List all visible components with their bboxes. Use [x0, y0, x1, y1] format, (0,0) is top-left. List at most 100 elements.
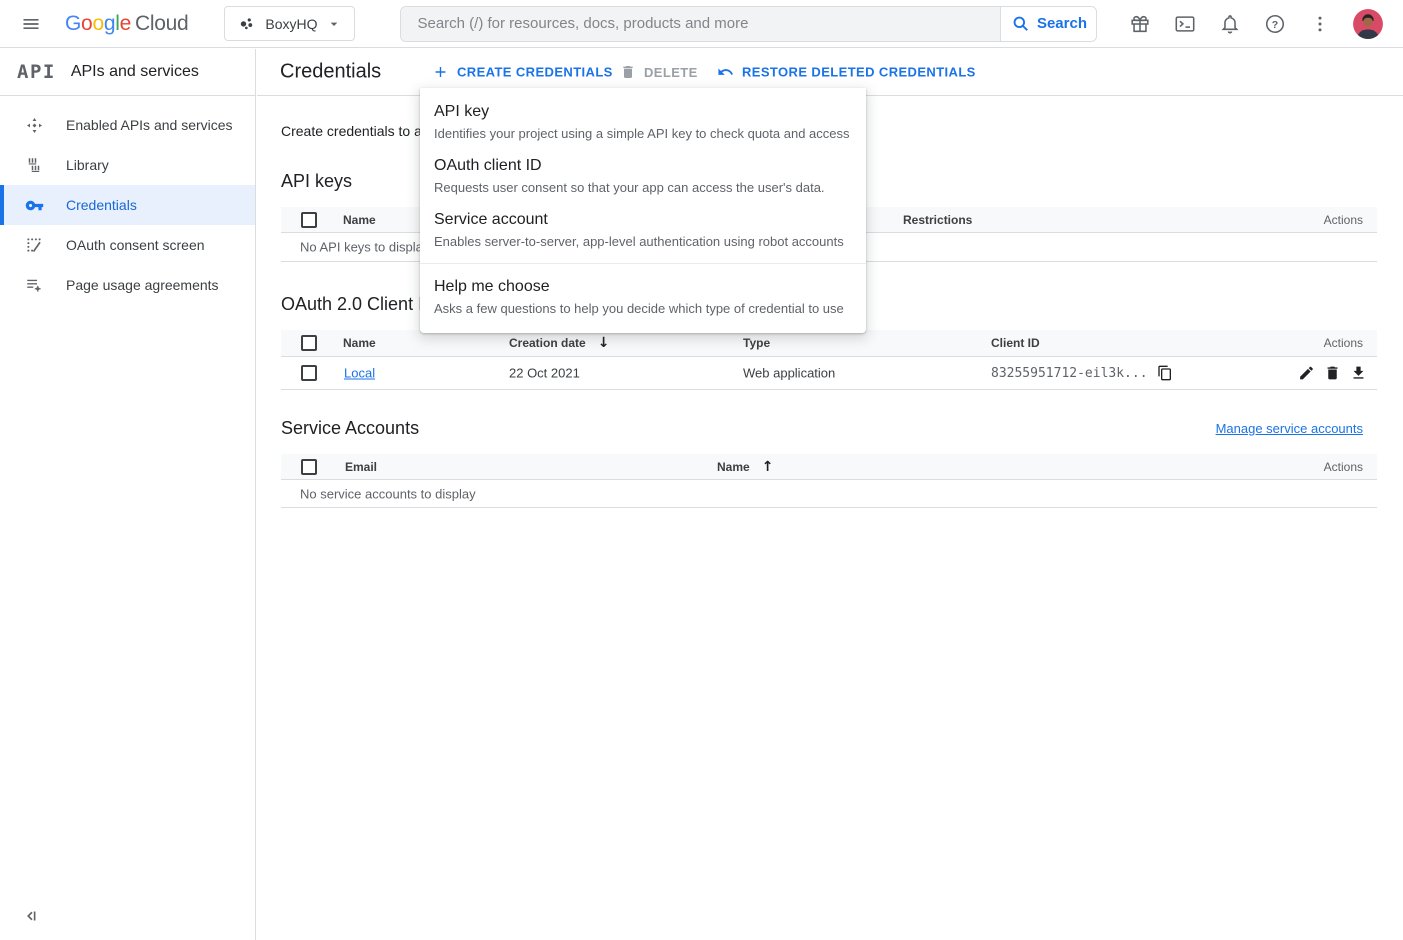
restore-deleted-credentials-button[interactable]: RESTORE DELETED CREDENTIALS — [717, 64, 976, 81]
sidebar-item-credentials[interactable]: Credentials — [0, 185, 255, 225]
menu-item-description: Identifies your project using a simple A… — [434, 126, 850, 141]
menu-item-api-key[interactable]: API key Identifies your project using a … — [420, 101, 866, 141]
menu-item-description: Requests user consent so that your app c… — [434, 180, 850, 195]
service-accounts-heading: Service Accounts — [281, 418, 419, 439]
google-cloud-console: Google Cloud BoxyHQ Search — [0, 0, 1403, 940]
logo-letter: g — [104, 12, 115, 36]
oauth-client-name-link[interactable]: Local — [344, 366, 375, 381]
sidebar-item-page-usage[interactable]: Page usage agreements — [0, 265, 255, 305]
google-cloud-logo[interactable]: Google Cloud — [65, 12, 188, 36]
key-icon — [24, 195, 44, 215]
logo-letter: e — [120, 12, 131, 36]
select-all-checkbox[interactable] — [301, 335, 317, 351]
sidebar-item-label: Enabled APIs and services — [66, 117, 233, 133]
service-accounts-empty-text: No service accounts to display — [300, 486, 476, 501]
page-title: Credentials — [280, 61, 381, 84]
create-credentials-menu: API key Identifies your project using a … — [420, 88, 866, 333]
row-checkbox[interactable] — [301, 365, 317, 381]
search-bar: Search — [400, 6, 1097, 42]
create-credentials-label: CREATE CREDENTIALS — [457, 65, 613, 80]
consent-screen-icon — [24, 235, 44, 255]
service-accounts-table-header: Email Name ↑ Actions — [281, 454, 1377, 480]
project-name: BoxyHQ — [265, 16, 317, 32]
search-button[interactable]: Search — [1000, 7, 1096, 41]
copy-icon[interactable] — [1157, 365, 1173, 381]
top-bar: Google Cloud BoxyHQ Search — [0, 0, 1403, 48]
oauth-client-type: Web application — [743, 366, 835, 381]
select-all-checkbox[interactable] — [301, 212, 317, 228]
svg-text:?: ? — [1272, 18, 1278, 30]
api-keys-empty-text: No API keys to display — [300, 240, 429, 255]
service-accounts-empty-row: No service accounts to display — [281, 480, 1377, 508]
api-keys-heading: API keys — [281, 171, 352, 192]
delete-trash-icon[interactable] — [1324, 365, 1341, 382]
service-accounts-table: Email Name ↑ Actions No service accounts … — [281, 454, 1377, 508]
project-selector[interactable]: BoxyHQ — [224, 6, 355, 41]
plus-icon — [432, 64, 449, 81]
sidebar-title: APIs and services — [71, 63, 199, 81]
name-label: Name — [717, 460, 750, 474]
menu-icon[interactable] — [18, 11, 44, 37]
sidebar-item-enabled-apis[interactable]: Enabled APIs and services — [0, 105, 255, 145]
agreements-icon — [24, 275, 44, 295]
column-header-actions: Actions — [1324, 336, 1363, 350]
more-options-icon[interactable] — [1308, 12, 1332, 36]
notifications-bell-icon[interactable] — [1218, 12, 1242, 36]
chevron-down-icon — [326, 16, 342, 32]
menu-item-oauth-client-id[interactable]: OAuth client ID Requests user consent so… — [420, 155, 866, 195]
create-credentials-button[interactable]: CREATE CREDENTIALS — [432, 64, 613, 81]
logo-letter: o — [81, 12, 92, 36]
search-icon — [1011, 14, 1030, 33]
sidebar-nav: Enabled APIs and services Library Cre — [0, 105, 255, 305]
sort-ascending-icon[interactable]: ↑ — [762, 459, 774, 475]
search-input[interactable] — [401, 7, 1000, 41]
column-header-actions: Actions — [1324, 213, 1363, 227]
delete-button[interactable]: DELETE — [620, 64, 698, 80]
api-product-icon: API — [17, 61, 56, 83]
creation-date-label: Creation date — [509, 336, 586, 350]
sidebar: API APIs and services Enabled APIs and s… — [0, 49, 256, 940]
client-id-text: 83255951712-eil3k... — [991, 366, 1148, 381]
menu-item-title: OAuth client ID — [434, 157, 850, 175]
avatar[interactable] — [1353, 9, 1383, 39]
sidebar-item-oauth-consent[interactable]: OAuth consent screen — [0, 225, 255, 265]
sidebar-item-label: Library — [66, 157, 109, 173]
cloud-shell-icon[interactable] — [1173, 12, 1197, 36]
column-header-client-id: Client ID — [991, 336, 1040, 350]
menu-item-title: Help me choose — [434, 278, 850, 296]
gift-icon[interactable] — [1128, 12, 1152, 36]
manage-service-accounts-link[interactable]: Manage service accounts — [1216, 421, 1363, 436]
column-header-creation-date[interactable]: Creation date ↓ — [509, 335, 609, 351]
column-header-name[interactable]: Name — [343, 336, 376, 350]
sort-descending-icon[interactable]: ↓ — [598, 335, 610, 351]
column-header-restrictions: Restrictions — [903, 213, 972, 227]
sidebar-item-label: Credentials — [66, 197, 137, 213]
edit-pencil-icon[interactable] — [1298, 365, 1315, 382]
column-header-type: Type — [743, 336, 770, 350]
menu-item-help-me-choose[interactable]: Help me choose Asks a few questions to h… — [420, 263, 866, 333]
undo-icon — [717, 64, 734, 81]
menu-item-service-account[interactable]: Service account Enables server-to-server… — [420, 209, 866, 249]
help-icon[interactable]: ? — [1263, 12, 1287, 36]
library-icon — [24, 155, 44, 175]
download-icon[interactable] — [1350, 365, 1367, 382]
column-header-name: Name — [343, 213, 376, 227]
oauth-table-header: Name Creation date ↓ Type Client ID Actio… — [281, 330, 1377, 357]
logo-cloud-text: Cloud — [135, 12, 188, 36]
oauth-client-creation-date: 22 Oct 2021 — [509, 366, 580, 381]
column-header-email: Email — [345, 460, 377, 474]
sidebar-item-library[interactable]: Library — [0, 145, 255, 185]
row-actions — [1298, 365, 1367, 382]
table-row: Local 22 Oct 2021 Web application 832559… — [281, 357, 1377, 390]
column-header-actions: Actions — [1324, 460, 1363, 474]
sidebar-item-label: OAuth consent screen — [66, 237, 205, 253]
oauth-client-id-value: 83255951712-eil3k... — [991, 365, 1173, 381]
delete-label: DELETE — [644, 65, 698, 80]
trash-icon — [620, 64, 636, 80]
column-header-name[interactable]: Name ↑ — [717, 459, 773, 475]
collapse-sidebar-icon[interactable] — [20, 904, 44, 928]
logo-letter: G — [65, 12, 81, 36]
topbar-actions: ? — [1128, 9, 1383, 39]
restore-label: RESTORE DELETED CREDENTIALS — [742, 65, 976, 80]
select-all-checkbox[interactable] — [301, 459, 317, 475]
